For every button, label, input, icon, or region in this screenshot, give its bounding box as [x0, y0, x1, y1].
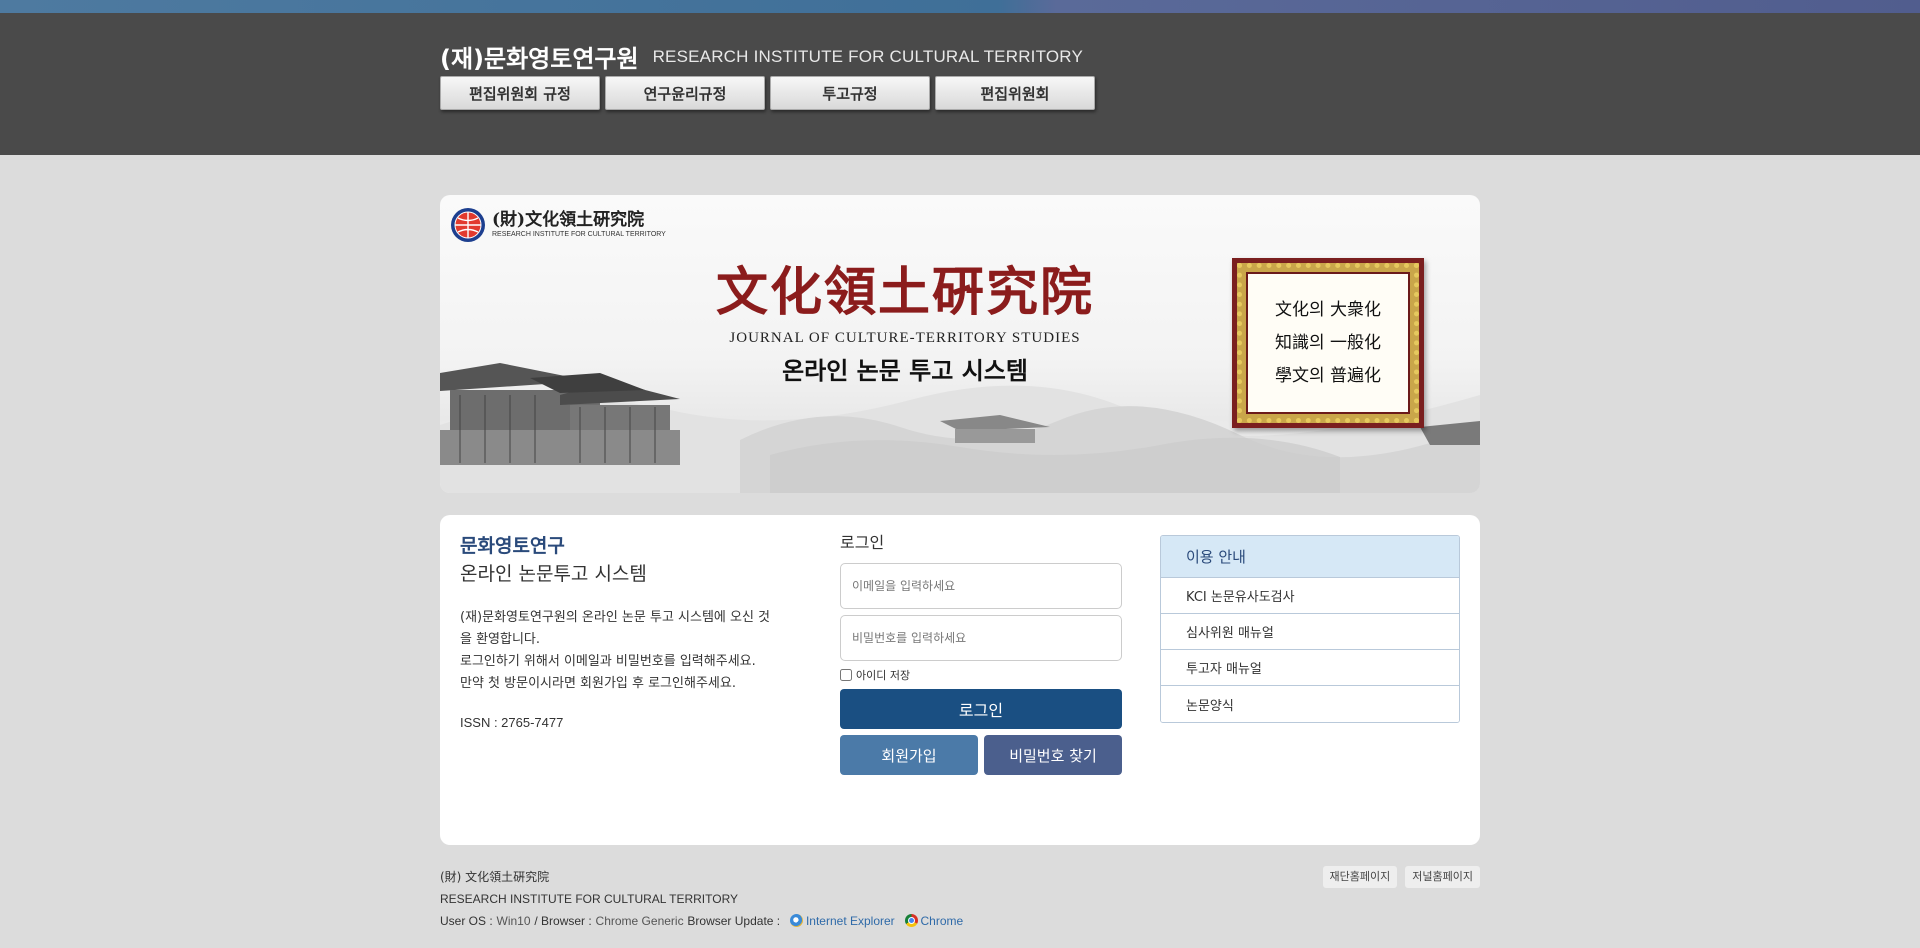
- intro-desc-line: 만약 첫 방문이시라면 회원가입 후 로그인해주세요.: [460, 676, 736, 691]
- motto-line: 學文의 普遍化: [1274, 365, 1382, 386]
- intro-desc-line: 을 환영합니다.: [460, 632, 541, 647]
- signup-button[interactable]: 회원가입: [840, 735, 978, 775]
- remember-id-option[interactable]: 아이디 저장: [840, 666, 1122, 683]
- internet-explorer-icon: [789, 914, 803, 927]
- motto-line: 文化의 大衆化: [1274, 299, 1382, 320]
- browser-value: Chrome Generic: [595, 914, 684, 928]
- os-value: Win10: [496, 914, 531, 928]
- main-panel: 문화영토연구 온라인 논문투고 시스템 (재)문화영토연구원의 온라인 논문 투…: [440, 515, 1480, 845]
- top-accent-strip: [0, 0, 1920, 13]
- site-header: (재)문화영토연구원 RESEARCH INSTITUTE FOR CULTURA…: [0, 13, 1920, 155]
- login-heading: 로그인: [840, 533, 885, 552]
- footer-org-english: RESEARCH INSTITUTE FOR CULTURAL TERRITOR…: [440, 892, 739, 906]
- footer-environment: User OS : Win10 / Browser : Chrome Gener…: [440, 910, 1480, 932]
- find-password-button[interactable]: 비밀번호 찾기: [984, 735, 1122, 775]
- intro-desc-line: (재)문화영토연구원의 온라인 논문 투고 시스템에 오신 것: [460, 610, 771, 625]
- guide-item-kci-similarity-check[interactable]: KCI 논문유사도검사: [1161, 578, 1459, 614]
- foundation-homepage-link[interactable]: 재단홈페이지: [1322, 866, 1398, 888]
- journal-homepage-link[interactable]: 저널홈페이지: [1405, 866, 1480, 888]
- chrome-link[interactable]: Chrome: [921, 914, 964, 928]
- intro-section: 문화영토연구 온라인 논문투고 시스템 (재)문화영토연구원의 온라인 논문 투…: [460, 533, 820, 730]
- nav-editorial-rules-button[interactable]: 편집위원회 규정: [440, 76, 600, 110]
- guide-item-paper-template[interactable]: 논문양식: [1161, 686, 1459, 722]
- password-input[interactable]: [840, 615, 1122, 661]
- chrome-icon: [904, 914, 918, 927]
- login-form: 로그인 아이디 저장 로그인 회원가입 비밀번호 찾기: [840, 533, 1122, 775]
- journal-banner: (財)文化領土硏究院 RESEARCH INSTITUTE FOR CULTUR…: [440, 195, 1480, 493]
- intro-title: 문화영토연구: [460, 535, 565, 557]
- issn-text: ISSN : 2765-7477: [460, 715, 564, 730]
- guide-item-author-manual[interactable]: 투고자 매뉴얼: [1161, 650, 1459, 686]
- brand-name-korean: (재)문화영토연구원: [440, 45, 639, 73]
- nav-research-ethics-button[interactable]: 연구윤리규정: [605, 76, 765, 110]
- banner-subtitle-korean: 온라인 논문 투고 시스템: [782, 356, 1028, 385]
- intro-description: (재)문화영토연구원의 온라인 논문 투고 시스템에 오신 것 을 환영합니다.…: [460, 607, 820, 695]
- nav-editorial-board-button[interactable]: 편집위원회: [935, 76, 1095, 110]
- guide-item-reviewer-manual[interactable]: 심사위원 매뉴얼: [1161, 614, 1459, 650]
- banner-title: 文化領土硏究院: [715, 262, 1094, 323]
- site-brand[interactable]: (재)문화영토연구원 RESEARCH INSTITUTE FOR CULTURA…: [440, 39, 1083, 74]
- motto-frame: 文化의 大衆化 知識의 一般化 學文의 普遍化: [1232, 258, 1424, 428]
- top-navigation: 편집위원회 규정 연구윤리규정 투고규정 편집위원회: [440, 76, 1095, 110]
- banner-subtitle-english: JOURNAL OF CULTURE-TERRITORY STUDIES: [729, 330, 1081, 346]
- email-input[interactable]: [840, 563, 1122, 609]
- motto-line: 知識의 一般化: [1274, 332, 1382, 353]
- globe-emblem-icon: [451, 208, 485, 242]
- account-actions: 회원가입 비밀번호 찾기: [840, 735, 1122, 775]
- site-footer: (財) 文化領土硏究院 RESEARCH INSTITUTE FOR CULTU…: [440, 866, 1480, 932]
- footer-links: 재단홈페이지 저널홈페이지: [1322, 866, 1480, 888]
- remember-id-checkbox[interactable]: [840, 668, 852, 681]
- logo-name-cjk: (財)文化領土硏究院: [492, 210, 645, 230]
- usage-guide-box: 이용 안내 KCI 논문유사도검사 심사위원 매뉴얼 투고자 매뉴얼 논문양식: [1160, 535, 1460, 723]
- institute-logo: (財)文化領土硏究院 RESEARCH INSTITUTE FOR CULTUR…: [450, 207, 666, 243]
- login-button[interactable]: 로그인: [840, 689, 1122, 729]
- browser-update-label: Browser Update :: [687, 914, 781, 928]
- os-label: User OS :: [440, 914, 493, 928]
- nav-submission-rules-button[interactable]: 투고규정: [770, 76, 930, 110]
- browser-label: / Browser :: [534, 914, 592, 928]
- internet-explorer-link[interactable]: Internet Explorer: [806, 914, 895, 928]
- brand-name-english: RESEARCH INSTITUTE FOR CULTURAL TERRITOR…: [652, 46, 1083, 66]
- remember-id-label: 아이디 저장: [856, 668, 911, 682]
- intro-desc-line: 로그인하기 위해서 이메일과 비밀번호를 입력해주세요.: [460, 654, 756, 669]
- usage-guide-title: 이용 안내: [1161, 536, 1459, 578]
- intro-subtitle: 온라인 논문투고 시스템: [460, 563, 647, 585]
- logo-name-english: RESEARCH INSTITUTE FOR CULTURAL TERRITOR…: [492, 231, 666, 238]
